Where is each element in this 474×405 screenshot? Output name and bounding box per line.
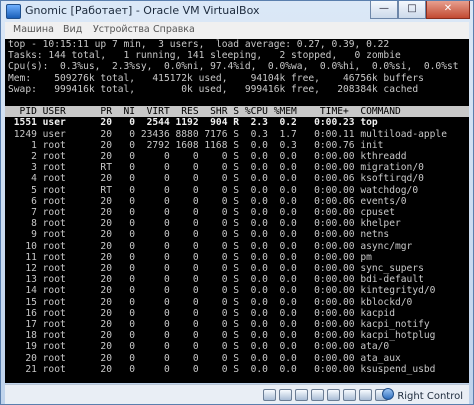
- process-row: 18 root 20 0 0 0 0 S 0.0 0.0 0:00.00 kac…: [8, 330, 436, 342]
- host-key-label: Right Control: [397, 391, 463, 402]
- process-row: 1249 user 20 0 23436 8880 7176 S 0.3 1.7…: [8, 128, 447, 140]
- virtualbox-app-icon: [6, 4, 21, 19]
- process-row: 5 root RT 0 0 0 0 S 0.0 0.0 0:00.00 watc…: [8, 184, 419, 196]
- process-row: 21 root 20 0 0 0 0 S 0.0 0.0 0:00.00 ksu…: [8, 363, 436, 375]
- process-row: 2 root 20 0 0 0 0 S 0.0 0.0 0:00.00 kthr…: [8, 151, 407, 162]
- vm-screen-terminal[interactable]: top - 10:15:11 up 7 min, 3 users, load a…: [5, 39, 469, 383]
- process-row: 19 root 20 0 0 0 0 S 0.0 0.0 0:00.00 ata…: [8, 341, 390, 353]
- usb-icon[interactable]: [295, 389, 308, 401]
- process-row: 20 root 20 0 0 0 0 S 0.0 0.0 0:00.00 ata…: [8, 352, 401, 364]
- process-row: 1551 user 20 0 2544 1192 904 R 2.3 0.2 0…: [8, 117, 378, 129]
- window-controls: — □ ✕: [370, 1, 470, 19]
- title-bar[interactable]: Gnomic [Работает] - Oracle VM VirtualBox…: [1, 1, 473, 21]
- window-title: Gnomic [Работает] - Oracle VM VirtualBox: [25, 4, 260, 17]
- maximize-button[interactable]: □: [398, 1, 426, 19]
- menu-bar: Машина Вид Устройства Справка: [5, 22, 469, 40]
- process-row: 1 root 20 0 2792 1608 1168 S 0.0 0.3 0:0…: [8, 139, 384, 151]
- optical-drive-icon[interactable]: [279, 389, 292, 401]
- process-table-header: PID USER PR NI VIRT RES SHR S %CPU %MEM …: [5, 106, 469, 118]
- process-row: 12 root 20 0 0 0 0 S 0.0 0.0 0:00.00 syn…: [8, 263, 424, 274]
- top-cpu-line: Cpu(s): 0.3%us, 2.3%sy, 0.0%ni, 97.4%id,…: [8, 61, 459, 73]
- process-row: 6 root 20 0 0 0 0 S 0.0 0.0 0:00.06 even…: [8, 195, 407, 207]
- process-row: 11 root 20 0 0 0 0 S 0.0 0.0 0:00.00 pm: [8, 251, 372, 263]
- display-icon[interactable]: [343, 389, 356, 401]
- process-row: 16 root 20 0 0 0 0 S 0.0 0.0 0:00.00 kac…: [8, 307, 395, 319]
- status-bar: Right Control: [5, 384, 469, 404]
- menu-machine[interactable]: Машина: [13, 24, 54, 35]
- network-icon[interactable]: [327, 389, 340, 401]
- process-row: 4 root 20 0 0 0 0 S 0.0 0.0 0:00.06 ksof…: [8, 173, 424, 185]
- process-row: 8 root 20 0 0 0 0 S 0.0 0.0 0:00.00 khel…: [8, 218, 401, 230]
- menu-view[interactable]: Вид: [63, 24, 82, 35]
- host-key-icon: [382, 388, 395, 400]
- menu-devices[interactable]: Устройства: [93, 24, 150, 35]
- process-row: 10 root 20 0 0 0 0 S 0.0 0.0 0:00.00 asy…: [8, 240, 413, 252]
- process-row: 17 root 20 0 0 0 0 S 0.0 0.0 0:00.00 kac…: [8, 319, 430, 330]
- process-row: 3 root RT 0 0 0 0 S 0.0 0.0 0:00.00 migr…: [8, 162, 424, 174]
- process-row: 7 root 20 0 0 0 0 S 0.0 0.0 0:00.00 cpus…: [8, 207, 395, 218]
- process-row: 15 root 20 0 0 0 0 S 0.0 0.0 0:00.00 kbl…: [8, 296, 413, 308]
- top-mem-line: Mem: 509276k total, 415172k used, 94104k…: [8, 72, 424, 84]
- hard-disk-icon[interactable]: [263, 389, 276, 401]
- top-uptime-line: top - 10:15:11 up 7 min, 3 users, load a…: [8, 39, 390, 50]
- top-tasks-line: Tasks: 144 total, 1 running, 141 sleepin…: [8, 50, 401, 62]
- process-row: 9 root 20 0 0 0 0 S 0.0 0.0 0:00.00 netn…: [8, 229, 390, 241]
- menu-help[interactable]: Справка: [153, 24, 195, 35]
- virtualbox-window: Gnomic [Работает] - Oracle VM VirtualBox…: [0, 0, 474, 405]
- host-key-indicator: Right Control: [382, 388, 463, 402]
- minimize-button[interactable]: —: [370, 1, 398, 19]
- process-row: 13 root 20 0 0 0 0 S 0.0 0.0 0:00.00 bdi…: [8, 274, 424, 286]
- shared-folder-icon[interactable]: [311, 389, 324, 401]
- close-button[interactable]: ✕: [426, 1, 470, 19]
- top-swap-line: Swap: 999416k total, 0k used, 999416k fr…: [8, 83, 419, 95]
- process-row: 14 root 20 0 0 0 0 S 0.0 0.0 0:00.00 kin…: [8, 285, 436, 297]
- capture-icon[interactable]: [359, 389, 372, 401]
